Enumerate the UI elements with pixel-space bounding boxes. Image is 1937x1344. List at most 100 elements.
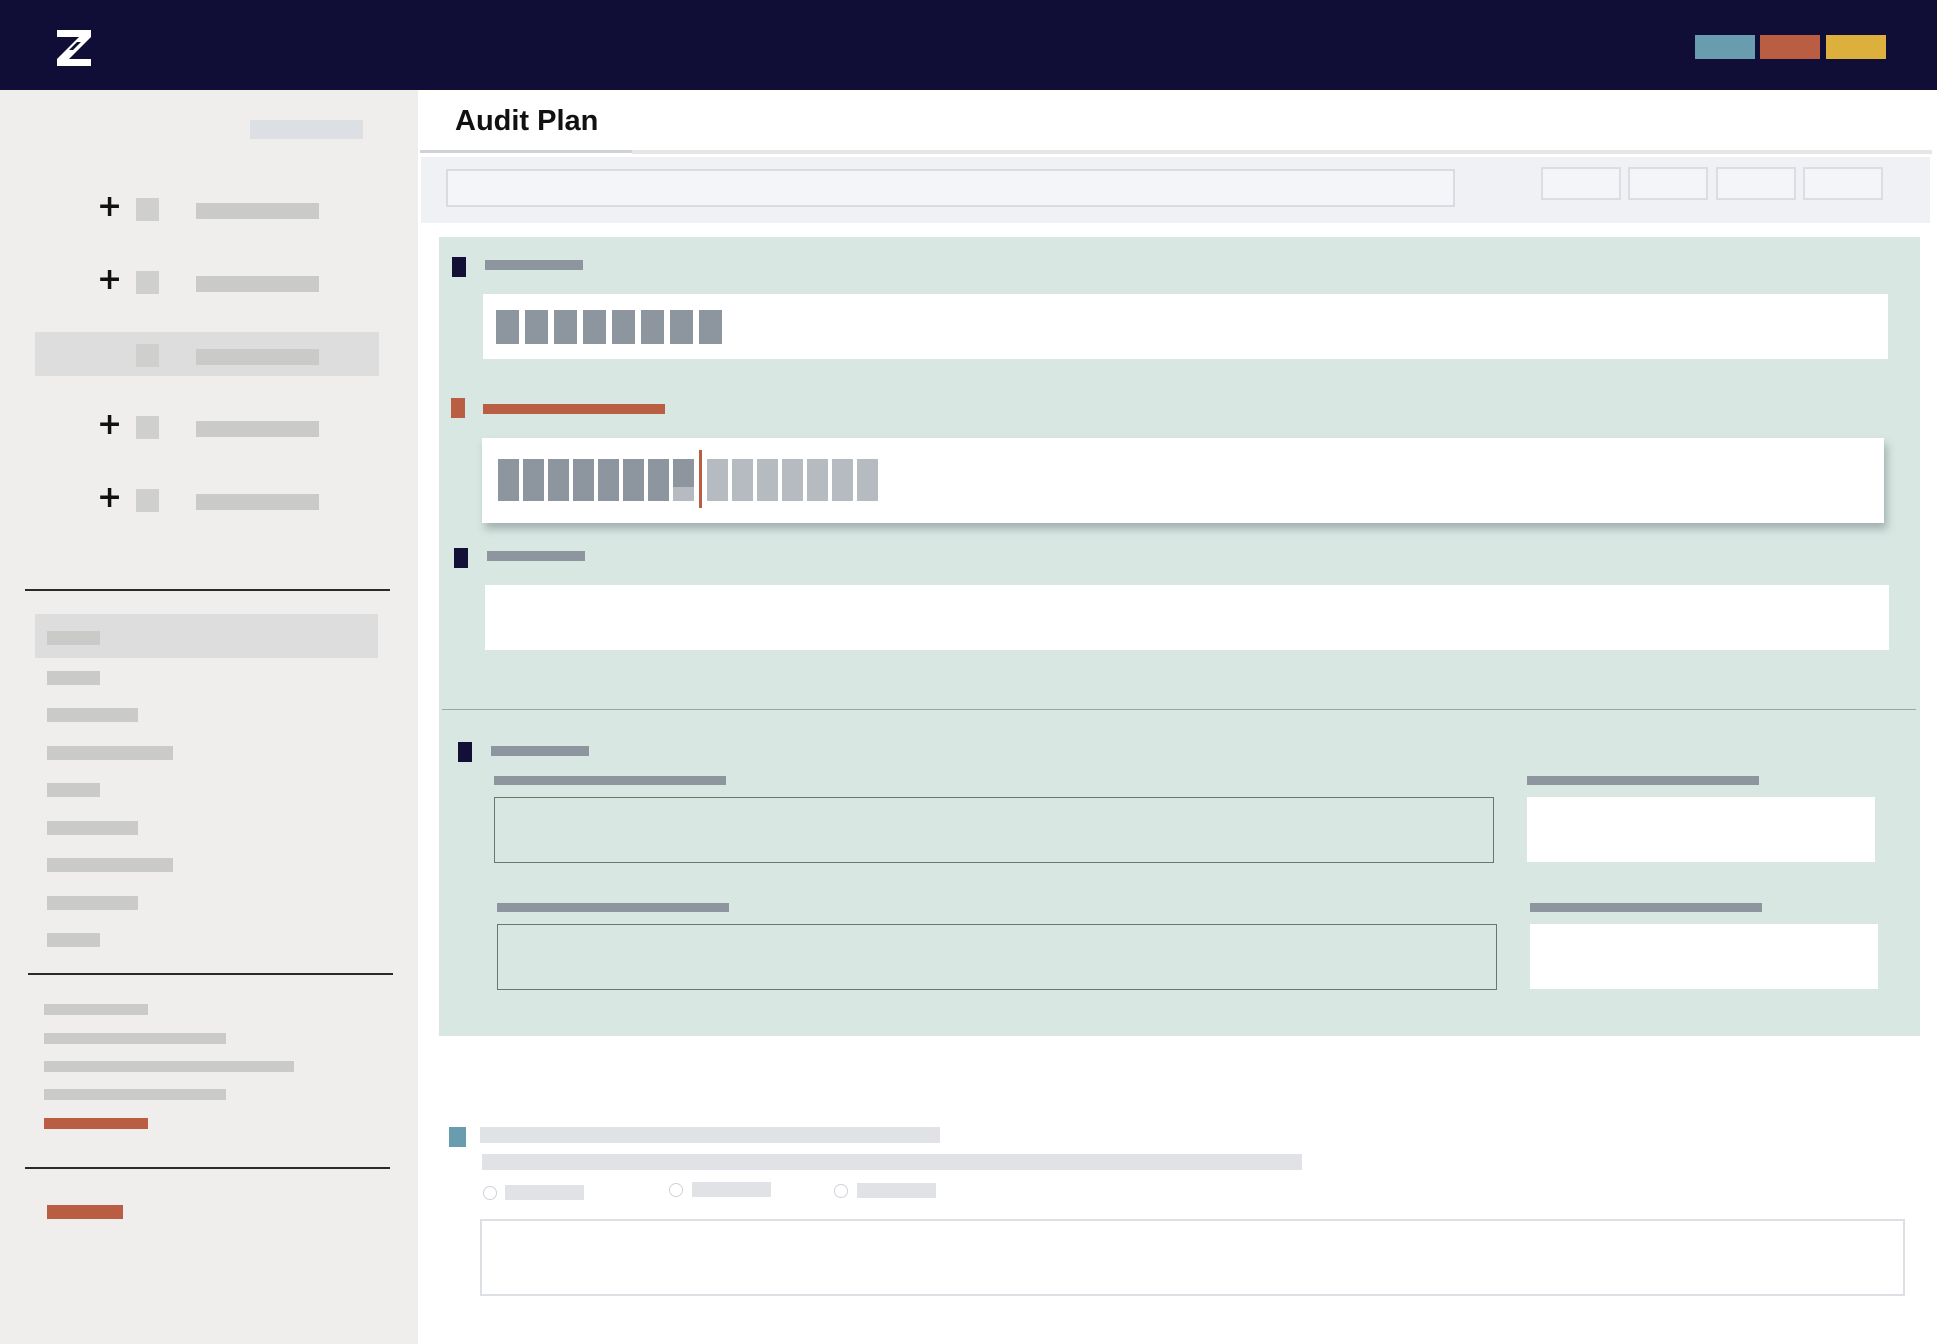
sidebar-sub-item[interactable] (47, 671, 100, 685)
comment-textarea[interactable] (480, 1219, 1905, 1296)
value-block (782, 459, 803, 501)
folder-icon (136, 198, 159, 221)
sidebar-link[interactable] (44, 1061, 294, 1072)
sidebar-action-link[interactable] (47, 1205, 123, 1219)
toolbar (421, 157, 1930, 223)
text-field[interactable] (494, 797, 1494, 863)
value-block (832, 459, 853, 501)
sidebar-divider (25, 589, 390, 591)
header-swatch-blue[interactable] (1695, 35, 1755, 59)
sidebar-sub-item[interactable] (47, 821, 138, 835)
radio-option[interactable] (834, 1184, 848, 1198)
sidebar-tree-label (196, 203, 319, 219)
value-block (612, 310, 635, 344)
value-block (573, 459, 594, 501)
header-swatch-orange[interactable] (1760, 35, 1820, 59)
value-block (548, 459, 569, 501)
z-logo-icon[interactable] (55, 28, 95, 68)
sidebar-tree-label (196, 349, 319, 365)
sidebar-header-placeholder (250, 120, 363, 139)
value-block (496, 310, 519, 344)
text-field[interactable] (1530, 924, 1878, 989)
sidebar-link[interactable] (44, 1089, 226, 1100)
sidebar-tree-item[interactable]: + (35, 404, 379, 448)
value-block (498, 459, 519, 501)
field-label (485, 260, 583, 270)
title-underline (420, 150, 632, 153)
sidebar-link[interactable] (44, 1033, 226, 1044)
value-block (554, 310, 577, 344)
radio-option[interactable] (483, 1186, 497, 1200)
title-rule (632, 150, 1932, 154)
field-label (1530, 903, 1762, 912)
value-block (648, 459, 669, 501)
toolbar-button[interactable] (1628, 167, 1708, 200)
sidebar-tree-label (196, 494, 319, 510)
field-label (487, 551, 585, 561)
header-swatch-yellow[interactable] (1826, 35, 1886, 59)
radio-label (857, 1183, 936, 1198)
value-block (699, 310, 722, 344)
section-divider (442, 709, 1916, 710)
sidebar-tree-item[interactable]: + (35, 259, 379, 303)
info-marker (449, 1127, 466, 1147)
sidebar-sub-item[interactable] (47, 858, 173, 872)
sidebar-link[interactable] (44, 1004, 148, 1015)
toolbar-button[interactable] (1803, 167, 1883, 200)
value-block (523, 459, 544, 501)
folder-icon (136, 344, 159, 367)
sidebar-link-active[interactable] (44, 1118, 148, 1129)
text-field-focused[interactable] (482, 438, 1884, 523)
plus-icon[interactable]: + (97, 192, 122, 222)
radio-label (505, 1185, 584, 1200)
plus-icon[interactable]: + (97, 265, 122, 295)
value-block (807, 459, 828, 501)
value-block (732, 459, 753, 501)
toolbar-button[interactable] (1716, 167, 1796, 200)
text-field[interactable] (483, 294, 1888, 359)
folder-icon (136, 416, 159, 439)
field-label (494, 776, 726, 785)
radio-label (692, 1182, 771, 1197)
value-block (670, 310, 693, 344)
sidebar-sub-item[interactable] (47, 783, 100, 797)
form-panel (439, 237, 1920, 1036)
section-description-placeholder (482, 1154, 1302, 1170)
sidebar-tree-label (196, 276, 319, 292)
sidebar-sub-item[interactable] (47, 708, 138, 722)
sidebar: + + + + (0, 90, 418, 1344)
plus-icon[interactable]: + (97, 410, 122, 440)
field-marker (454, 548, 468, 568)
sidebar-tree-item-selected[interactable] (35, 332, 379, 376)
sidebar-tree-item[interactable]: + (35, 477, 379, 521)
field-label (497, 903, 729, 912)
sidebar-divider (25, 1167, 390, 1169)
text-field[interactable] (497, 924, 1497, 990)
sidebar-sub-item[interactable] (47, 896, 138, 910)
sidebar-sub-item[interactable] (47, 933, 100, 947)
field-marker (452, 257, 466, 277)
value-block (857, 459, 878, 501)
field-marker (458, 742, 472, 762)
folder-icon (136, 271, 159, 294)
value-block (598, 459, 619, 501)
plus-icon[interactable]: + (97, 483, 122, 513)
value-block (757, 459, 778, 501)
text-caret-icon (699, 450, 702, 508)
sidebar-tree-item[interactable]: + (35, 186, 379, 230)
value-block (673, 459, 694, 487)
text-field[interactable] (1527, 797, 1875, 862)
sidebar-sub-item[interactable] (47, 746, 173, 760)
text-field[interactable] (485, 585, 1889, 650)
radio-option[interactable] (669, 1183, 683, 1197)
toolbar-button[interactable] (1541, 167, 1621, 200)
search-input[interactable] (446, 169, 1455, 207)
value-block (673, 487, 694, 501)
required-marker (451, 398, 465, 418)
value-block (583, 310, 606, 344)
section-label (491, 746, 589, 756)
sidebar-sub-item[interactable] (47, 631, 100, 645)
page-title: Audit Plan (455, 105, 599, 137)
section-heading-placeholder (480, 1127, 940, 1143)
sidebar-divider (28, 973, 393, 975)
